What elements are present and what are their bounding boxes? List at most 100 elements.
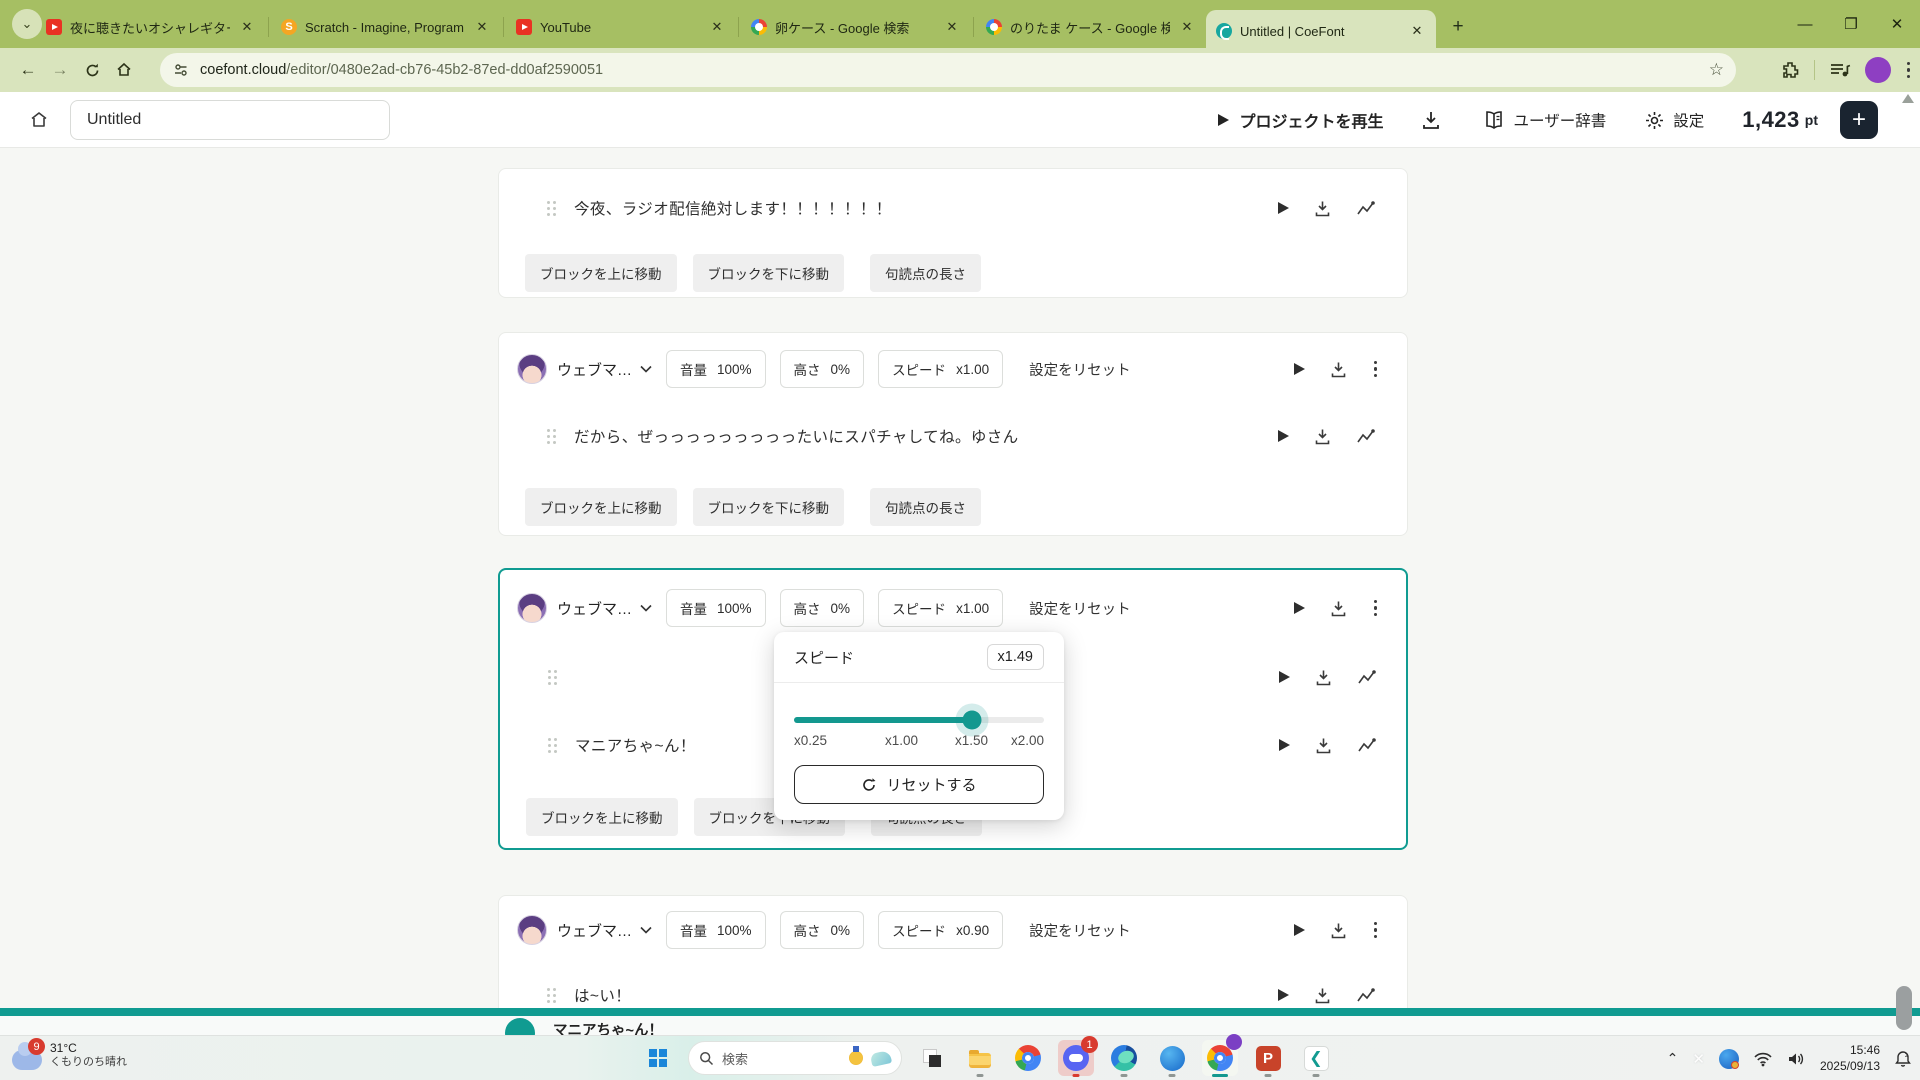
taskbar-clock[interactable]: 15:46 2025/09/13 (1820, 1043, 1880, 1074)
new-tab-icon[interactable]: + (1444, 13, 1472, 41)
play-line-icon[interactable] (1279, 739, 1290, 751)
forward-icon[interactable]: → (44, 54, 76, 86)
tray-x-icon[interactable]: ✕ (1692, 1050, 1705, 1068)
download-line-icon[interactable] (1313, 199, 1332, 218)
close-icon[interactable]: ✕ (473, 18, 491, 36)
play-line-icon[interactable] (1279, 671, 1290, 683)
chrome-button[interactable] (1010, 1040, 1046, 1076)
download-line-icon[interactable] (1314, 668, 1333, 687)
restore-icon[interactable]: ❐ (1828, 0, 1874, 48)
reset-settings-link[interactable]: 設定をリセット (1029, 920, 1131, 941)
play-project-button[interactable]: プロジェクトを再生 (1218, 108, 1383, 132)
voice-name[interactable]: ウェブマ… (557, 920, 632, 941)
line-text[interactable]: だから、ぜっっっっっっっっったいにスパチャしてね。ゆさん (574, 425, 1019, 447)
download-line-icon[interactable] (1314, 736, 1333, 755)
close-window-icon[interactable]: ✕ (1874, 0, 1920, 48)
speed-slider[interactable] (794, 717, 1044, 723)
drag-handle-icon[interactable] (548, 738, 557, 753)
task-view-button[interactable] (914, 1040, 950, 1076)
back-icon[interactable]: ← (12, 54, 44, 86)
wifi-icon[interactable] (1753, 1051, 1773, 1067)
download-block-icon[interactable] (1329, 921, 1348, 940)
volume-icon[interactable] (1787, 1051, 1806, 1067)
tab-coefont-active[interactable]: Untitled | CoeFont ✕ (1206, 10, 1436, 52)
block-menu-kebab-icon[interactable] (1372, 598, 1380, 619)
play-line-icon[interactable] (1278, 989, 1289, 1001)
chevron-down-icon[interactable] (640, 365, 652, 373)
voice-name[interactable]: ウェブマ… (557, 359, 632, 380)
pitch-button[interactable]: 高さ0% (780, 589, 865, 627)
drag-handle-icon[interactable] (547, 429, 556, 444)
chrome-profile2-button[interactable] (1202, 1040, 1238, 1076)
speed-slider-thumb[interactable] (962, 711, 981, 730)
speed-reset-button[interactable]: リセットする (794, 765, 1044, 804)
file-explorer-button[interactable] (962, 1040, 998, 1076)
voice-avatar[interactable] (517, 354, 547, 384)
close-icon[interactable]: ✕ (1178, 18, 1196, 36)
intonation-icon[interactable] (1357, 737, 1378, 754)
tray-chevron-icon[interactable]: ⌃ (1667, 1050, 1679, 1067)
close-icon[interactable]: ✕ (238, 18, 256, 36)
profile-avatar[interactable] (1865, 57, 1891, 83)
speed-button[interactable]: スピードx0.90 (878, 911, 1003, 949)
reset-settings-link[interactable]: 設定をリセット (1029, 598, 1131, 619)
move-block-down-button[interactable]: ブロックを下に移動 (693, 254, 845, 292)
block-menu-kebab-icon[interactable] (1372, 920, 1380, 941)
line-row[interactable]: だから、ぜっっっっっっっっったいにスパチャしてね。ゆさん (547, 411, 1377, 461)
drag-handle-icon[interactable] (548, 670, 557, 685)
play-line-icon[interactable] (1278, 430, 1289, 442)
intonation-icon[interactable] (1356, 987, 1377, 1004)
volume-button[interactable]: 音量100% (666, 350, 766, 388)
chevron-down-icon[interactable] (640, 604, 652, 612)
drag-handle-icon[interactable] (547, 988, 556, 1003)
app-home-icon[interactable] (24, 105, 54, 135)
intonation-icon[interactable] (1356, 200, 1377, 217)
intonation-icon[interactable] (1356, 428, 1377, 445)
powerpoint-button[interactable]: P (1250, 1040, 1286, 1076)
project-download-button[interactable] (1420, 109, 1442, 131)
minimize-icon[interactable]: — (1782, 0, 1828, 48)
scrollbar-up-icon[interactable] (1902, 94, 1914, 103)
speed-button[interactable]: スピードx1.00 (878, 589, 1003, 627)
settings-button[interactable]: 設定 (1644, 109, 1704, 131)
taskbar-weather-widget[interactable]: 9 31°C くもりのち晴れ (12, 1040, 127, 1070)
tab-scratch[interactable]: S Scratch - Imagine, Program, Sh ✕ (271, 10, 501, 44)
play-block-icon[interactable] (1294, 363, 1305, 375)
chevron-down-icon[interactable] (640, 926, 652, 934)
star-icon[interactable]: ☆ (1709, 60, 1724, 80)
close-icon[interactable]: ✕ (943, 18, 961, 36)
speed-button[interactable]: スピードx1.00 (878, 350, 1003, 388)
line-text[interactable]: は~い！ (574, 984, 631, 1006)
discord-button[interactable]: 1 (1058, 1040, 1094, 1076)
sphere-app-button[interactable] (1154, 1040, 1190, 1076)
player-progress-bar[interactable] (0, 1008, 1920, 1016)
voice-name[interactable]: ウェブマ… (557, 598, 632, 619)
punctuation-length-button[interactable]: 句読点の長さ (870, 254, 981, 292)
start-button[interactable] (640, 1040, 676, 1076)
intonation-icon[interactable] (1357, 669, 1378, 686)
extensions-icon[interactable] (1780, 60, 1800, 80)
edge-button[interactable] (1106, 1040, 1142, 1076)
line-text[interactable]: 今夜、ラジオ配信絶対します！！！！！！！ (574, 197, 892, 219)
home-icon[interactable] (108, 54, 140, 86)
volume-button[interactable]: 音量100% (666, 911, 766, 949)
url-bar[interactable]: coefont.cloud/editor/0480e2ad-cb76-45b2-… (160, 53, 1736, 87)
reload-icon[interactable] (76, 54, 108, 86)
browser-menu-kebab-icon[interactable] (1905, 60, 1913, 81)
taskbar-search[interactable]: 検索 (688, 1041, 902, 1075)
close-icon[interactable]: ✕ (1408, 22, 1426, 40)
project-title-input[interactable]: Untitled (70, 100, 390, 140)
add-points-button[interactable]: + (1840, 101, 1878, 139)
download-block-icon[interactable] (1329, 360, 1348, 379)
download-line-icon[interactable] (1313, 986, 1332, 1005)
volume-button[interactable]: 音量100% (666, 589, 766, 627)
site-info-icon[interactable] (172, 61, 190, 79)
block-menu-kebab-icon[interactable] (1372, 359, 1380, 380)
speed-value-box[interactable]: x1.49 (987, 644, 1044, 670)
tab-google-search-egg[interactable]: 卵ケース - Google 検索 ✕ (741, 10, 971, 44)
scrollbar-thumb[interactable] (1896, 986, 1912, 1030)
user-dictionary-button[interactable]: ユーザー辞書 (1482, 109, 1607, 131)
move-block-up-button[interactable]: ブロックを上に移動 (526, 798, 678, 836)
tray-sphere-icon[interactable] (1719, 1049, 1739, 1069)
play-block-icon[interactable] (1294, 602, 1305, 614)
